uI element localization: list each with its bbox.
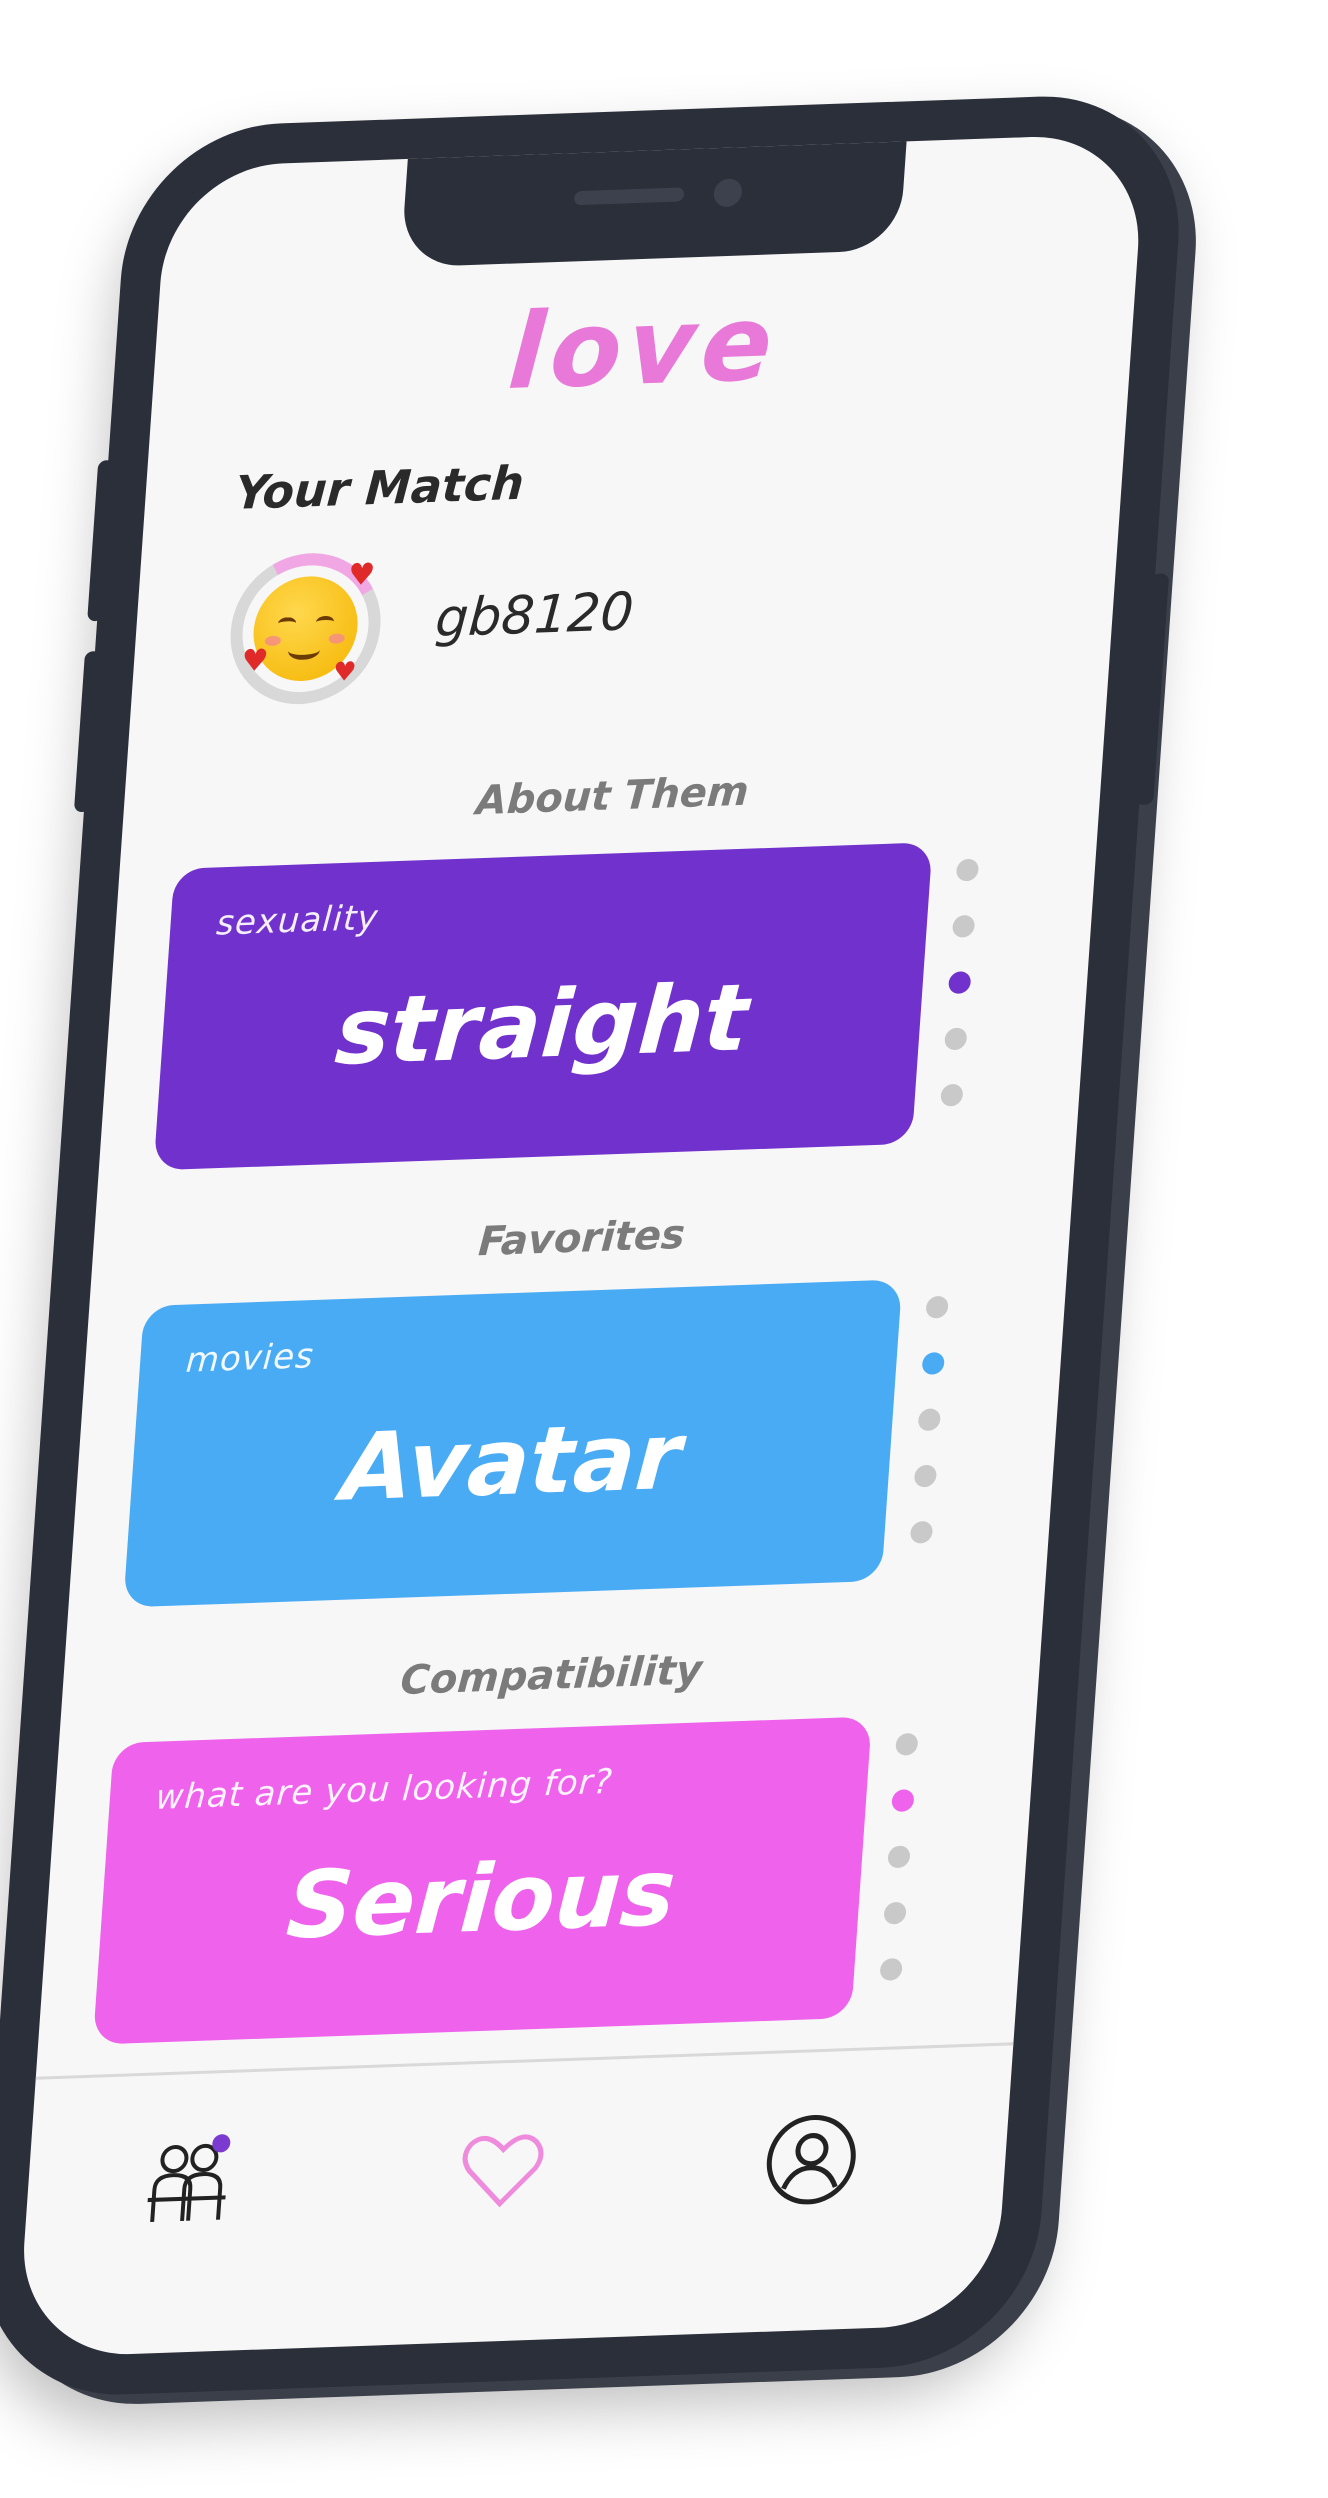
about-them-pager[interactable] — [939, 858, 980, 1107]
pager-dot[interactable] — [887, 1845, 911, 1869]
mouth — [287, 640, 321, 661]
pager-dot-active[interactable] — [921, 1352, 945, 1375]
pager-dot[interactable] — [879, 1957, 903, 1981]
tab-profile[interactable] — [758, 2108, 865, 2212]
pager-dot-active[interactable] — [947, 971, 972, 995]
pager-dot[interactable] — [925, 1295, 949, 1319]
camera — [712, 178, 743, 208]
pager-dot-active[interactable] — [891, 1789, 915, 1813]
pager-dot[interactable] — [895, 1732, 919, 1756]
favorites-pager[interactable] — [909, 1295, 950, 1544]
match-title: Your Match — [233, 455, 526, 520]
tab-bar-divider — [35, 2042, 1014, 2080]
avatar[interactable]: ♥ ♥ ♥ — [210, 538, 401, 720]
about-them-card[interactable]: sexuality straight — [153, 842, 933, 1171]
card-value: straight — [332, 963, 752, 1086]
match-username: gb8120 — [433, 582, 636, 650]
heart-icon: ♥ — [331, 656, 358, 688]
pager-dot[interactable] — [883, 1901, 907, 1925]
section-label-compatibility: Compatibility — [399, 1647, 704, 1705]
app-screen: love Your Match ♥ ♥ ♥ gb8120 About Them — [16, 133, 1147, 2359]
profile-icon — [766, 2114, 856, 2205]
card-caption: what are you looking for? — [154, 1761, 615, 1818]
eye — [315, 615, 335, 629]
tab-people[interactable] — [134, 2130, 241, 2234]
blush — [328, 633, 346, 644]
mockup-stage: love Your Match ♥ ♥ ♥ gb8120 About Them — [0, 0, 1328, 2498]
pager-dot[interactable] — [909, 1520, 934, 1544]
compatibility-card[interactable]: what are you looking for? Serious — [92, 1716, 872, 2045]
card-value: Serious — [283, 1838, 679, 1960]
tab-love[interactable] — [449, 2119, 556, 2223]
eye — [277, 616, 297, 630]
speaker — [573, 187, 685, 206]
pager-dot[interactable] — [917, 1408, 942, 1432]
pager-dot[interactable] — [944, 1027, 968, 1051]
card-caption: sexuality — [215, 897, 380, 944]
heart-icon: ♥ — [240, 642, 270, 680]
heart-icon: ♥ — [346, 557, 377, 594]
pager-dot[interactable] — [955, 858, 980, 882]
favorites-card[interactable]: movies Avatar — [123, 1279, 903, 1608]
card-caption: movies — [184, 1336, 316, 1381]
pager-dot[interactable] — [951, 914, 976, 938]
pager-dot[interactable] — [940, 1083, 964, 1107]
app-logo: love — [504, 281, 783, 414]
phone-mockup: love Your Match ♥ ♥ ♥ gb8120 About Them — [0, 91, 1189, 2400]
section-label-about-them: About Them — [474, 768, 751, 825]
notch — [400, 139, 907, 268]
compatibility-pager[interactable] — [878, 1732, 919, 1981]
card-value: Avatar — [338, 1402, 685, 1522]
section-label-favorites: Favorites — [476, 1211, 687, 1266]
pager-dot[interactable] — [913, 1464, 938, 1488]
heart-icon — [462, 2134, 544, 2208]
